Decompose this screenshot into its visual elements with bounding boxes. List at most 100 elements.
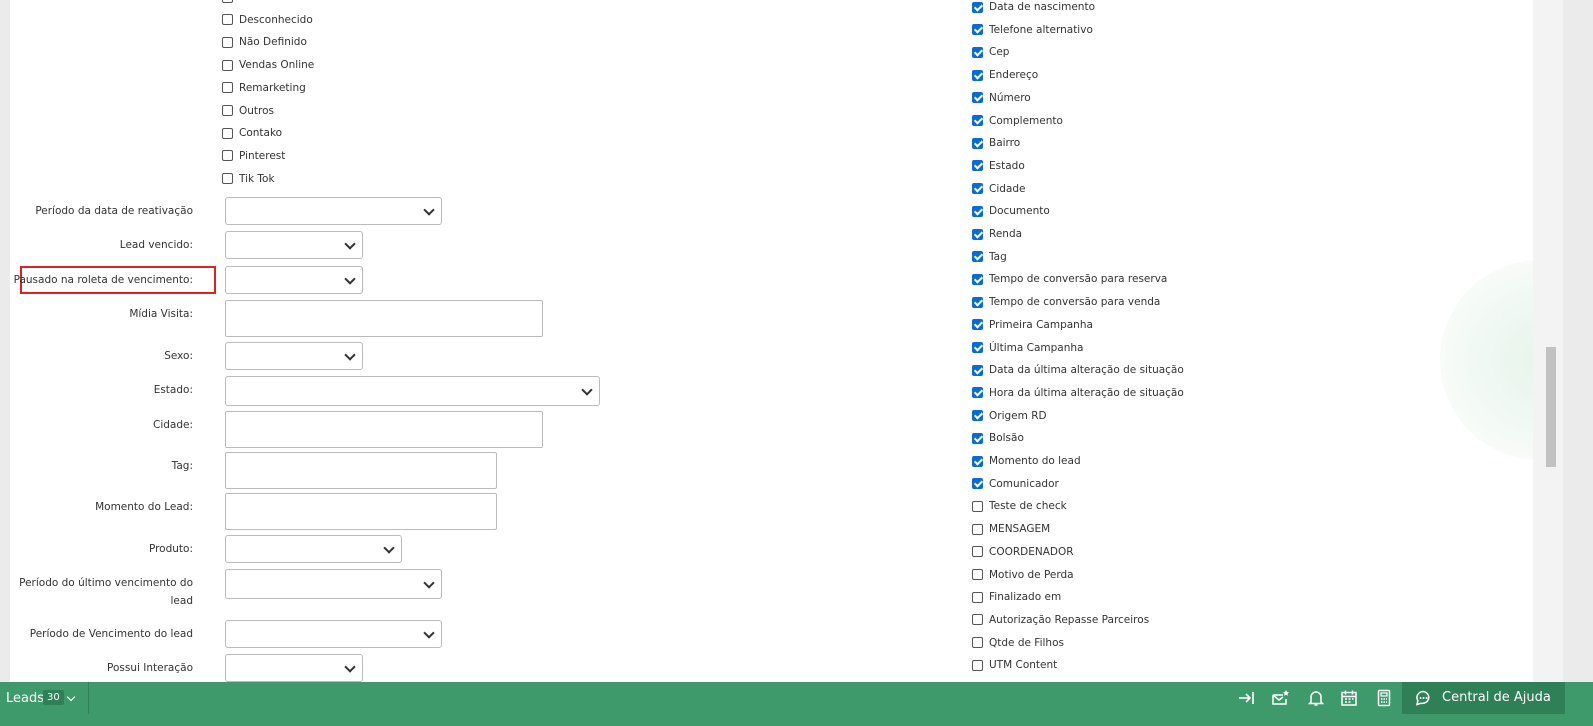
checkbox[interactable] (972, 614, 983, 626)
select-produto[interactable] (225, 535, 402, 563)
checkbox-row[interactable]: Cep (972, 43, 1009, 61)
checkbox-row[interactable]: Cidade (972, 180, 1025, 198)
input-midia-visita[interactable] (225, 300, 543, 337)
checkbox[interactable] (972, 364, 983, 376)
checkbox[interactable] (972, 637, 983, 649)
select-pausado-roleta[interactable] (225, 266, 363, 294)
calculator-icon[interactable] (1375, 689, 1393, 707)
checkbox-row[interactable]: Tik Tok (222, 170, 275, 188)
select-periodo-vencimento[interactable] (225, 620, 442, 648)
leads-count-badge[interactable]: 30 (43, 690, 64, 705)
checkbox[interactable] (972, 319, 983, 331)
select-estado[interactable] (225, 376, 600, 406)
checkbox[interactable] (972, 546, 983, 558)
checkbox[interactable] (972, 251, 983, 263)
select-periodo-ultimo-vencimento[interactable] (225, 569, 442, 599)
input-tag[interactable] (225, 452, 497, 489)
checkbox-row[interactable]: Autorização Repasse Parceiros (972, 611, 1149, 629)
checkbox-row[interactable]: Número (972, 89, 1031, 107)
checkbox-row[interactable]: Website (222, 0, 281, 6)
checkbox[interactable] (972, 659, 983, 671)
checkbox-row[interactable]: Não Definido (222, 33, 307, 51)
checkbox-row[interactable]: Telefone alternativo (972, 21, 1093, 39)
checkbox-row[interactable]: Comunicador (972, 475, 1059, 493)
checkbox[interactable] (972, 591, 983, 603)
checkbox-row[interactable]: Última Campanha (972, 339, 1083, 357)
checkbox[interactable] (972, 1, 983, 13)
checkbox-row[interactable]: Bairro (972, 134, 1020, 152)
checkbox[interactable] (972, 387, 983, 399)
checkbox[interactable] (972, 569, 983, 580)
checkbox[interactable] (972, 410, 983, 422)
checkbox[interactable] (972, 160, 983, 172)
select-lead-vencido[interactable] (225, 231, 363, 259)
checkbox[interactable] (972, 500, 983, 512)
checkbox[interactable] (222, 150, 233, 162)
checkbox-row[interactable]: MENSAGEM (972, 520, 1050, 538)
calendar-icon[interactable] (1340, 689, 1358, 707)
checkbox[interactable] (972, 46, 983, 58)
select-periodo-reativacao[interactable] (225, 197, 442, 225)
checkbox-row[interactable]: Momento do lead (972, 452, 1081, 470)
checkbox-row[interactable]: Pinterest (222, 147, 285, 165)
input-momento-lead[interactable] (225, 493, 497, 530)
select-possui-interacao[interactable] (225, 654, 363, 682)
checkbox[interactable] (972, 273, 983, 285)
checkbox[interactable] (972, 183, 983, 195)
checkbox[interactable] (972, 478, 983, 490)
checkbox-row[interactable]: Tag (972, 248, 1007, 266)
checkbox[interactable] (972, 205, 983, 217)
checkbox[interactable] (222, 59, 233, 71)
checkbox[interactable] (222, 36, 233, 48)
checkbox[interactable] (972, 432, 983, 444)
checkbox-row[interactable]: Estado (972, 157, 1025, 175)
bell-icon[interactable] (1307, 689, 1325, 707)
checkbox-row[interactable]: Primeira Campanha (972, 316, 1093, 334)
checkbox-row[interactable]: Finalizado em (972, 588, 1061, 606)
checkbox-row[interactable]: Vendas Online (222, 56, 314, 74)
checkbox-row[interactable]: Tempo de conversão para reserva (972, 270, 1167, 288)
checkbox-row[interactable]: UTM Content (972, 656, 1057, 674)
checkbox[interactable] (972, 137, 983, 149)
checkbox-row[interactable]: Qtde de Filhos (972, 634, 1064, 652)
checkbox[interactable] (222, 127, 233, 139)
checkbox-row[interactable]: Renda (972, 225, 1022, 243)
checkbox-row[interactable]: Teste de check (972, 497, 1067, 515)
scrollbar-thumb[interactable] (1546, 347, 1556, 467)
checkbox-row[interactable]: Remarketing (222, 79, 306, 97)
leads-label[interactable]: Leads (6, 691, 44, 706)
checkbox[interactable] (972, 455, 983, 467)
checkbox-row[interactable]: Contako (222, 124, 282, 142)
checkbox-row[interactable]: COORDENADOR (972, 543, 1074, 561)
checkbox-row[interactable]: Data da última alteração de situação (972, 361, 1184, 379)
checkbox-row[interactable]: Documento (972, 202, 1050, 220)
checkbox-row[interactable]: Complemento (972, 112, 1063, 130)
checkbox[interactable] (972, 24, 983, 36)
checkbox-row[interactable]: Tempo de conversão para venda (972, 293, 1160, 311)
checkbox-row[interactable]: Endereço (972, 66, 1038, 84)
checkbox[interactable] (972, 342, 983, 353)
checkbox[interactable] (222, 14, 233, 26)
checkbox[interactable] (972, 69, 983, 81)
checkbox-row[interactable]: Origem RD (972, 407, 1047, 425)
checkbox[interactable] (972, 296, 983, 308)
checkbox-row[interactable]: Bolsão (972, 429, 1024, 447)
input-cidade[interactable] (225, 411, 543, 448)
checkbox-row[interactable]: Desconhecido (222, 11, 313, 29)
checkbox-row[interactable]: Outros (222, 102, 274, 120)
checkbox-row[interactable]: Motivo de Perda (972, 566, 1074, 584)
checkbox[interactable] (222, 105, 233, 116)
checkbox[interactable] (972, 523, 983, 535)
checkbox-row[interactable]: Hora da última alteração de situação (972, 384, 1184, 402)
checkbox[interactable] (972, 115, 983, 126)
select-sexo[interactable] (225, 342, 363, 370)
checkbox[interactable] (222, 173, 233, 185)
checkbox-row[interactable]: Data de nascimento (972, 0, 1095, 16)
arrow-to-right-icon[interactable] (1237, 689, 1255, 707)
checkbox[interactable] (222, 82, 233, 94)
checkbox[interactable] (222, 0, 233, 3)
checkbox[interactable] (972, 228, 983, 240)
chevron-down-icon[interactable] (66, 692, 76, 702)
mail-star-icon[interactable] (1271, 689, 1289, 707)
scrollbar[interactable] (1533, 0, 1563, 694)
